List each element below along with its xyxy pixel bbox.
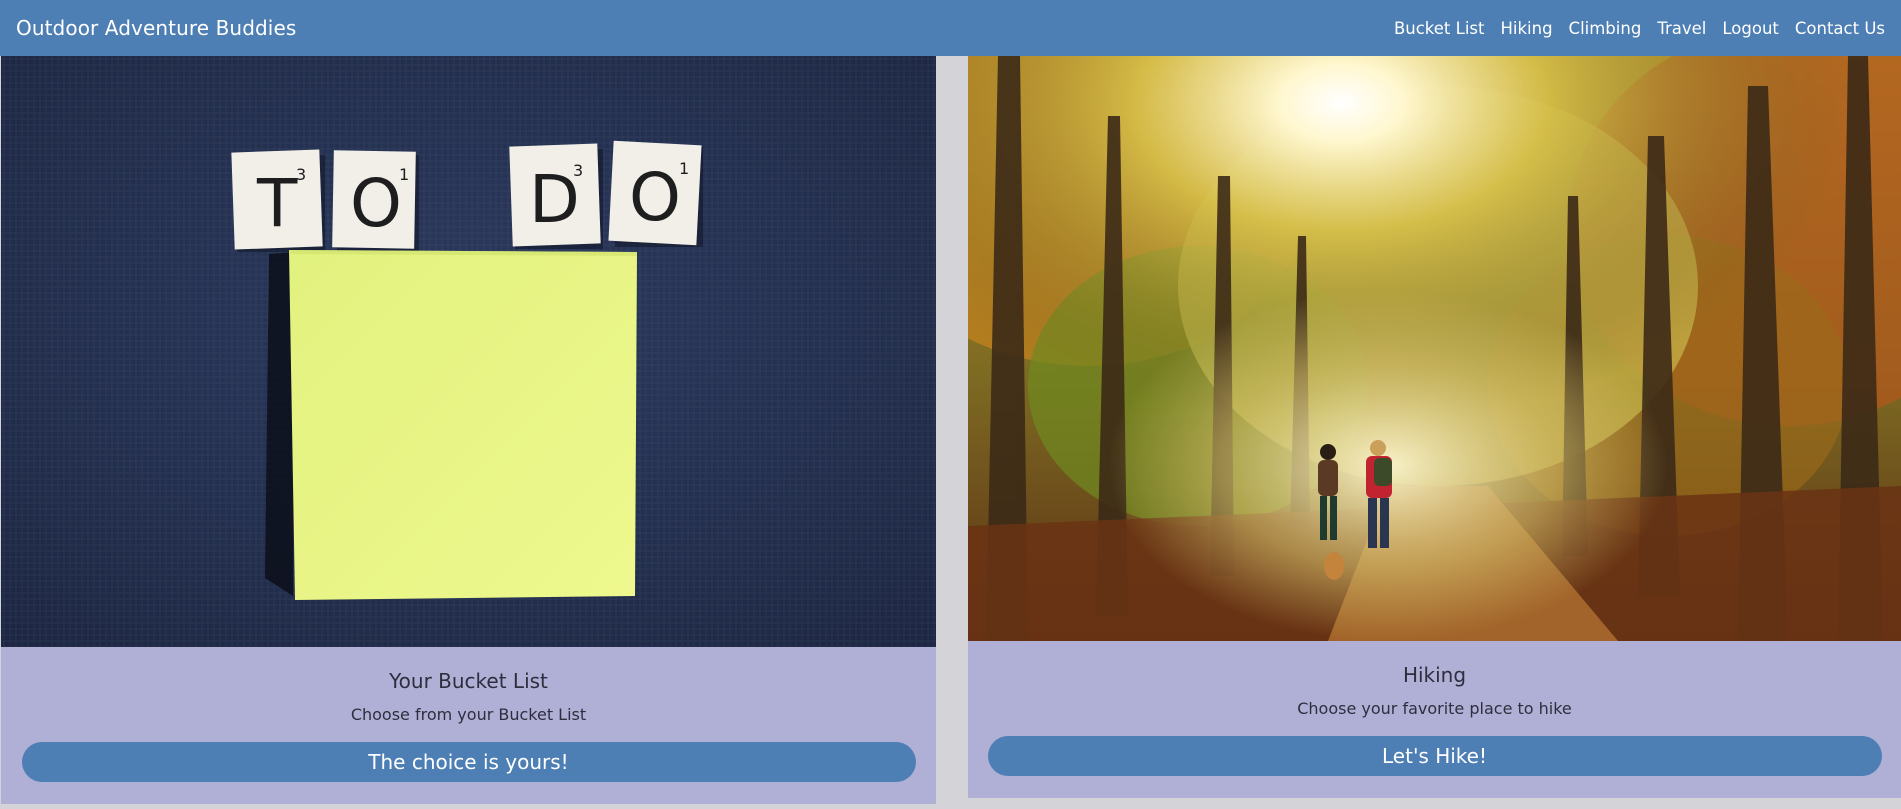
todo-sticky-note-image: T 3 O 1 D 3 O 1 xyxy=(1,56,936,647)
tile-points: 3 xyxy=(296,165,306,184)
hiking-card-body: Hiking Choose your favorite place to hik… xyxy=(968,641,1901,798)
scrabble-tile: T 3 xyxy=(231,149,325,252)
brand-link[interactable]: Outdoor Adventure Buddies xyxy=(16,16,296,40)
nav-link-hiking[interactable]: Hiking xyxy=(1500,19,1552,38)
tile-points: 1 xyxy=(679,159,689,178)
scrabble-tile: O 1 xyxy=(332,150,419,252)
card-text: Choose your favorite place to hike xyxy=(1297,699,1572,718)
tile-letter: O xyxy=(629,159,681,236)
tile-points: 1 xyxy=(399,165,409,184)
nav-link-bucket-list[interactable]: Bucket List xyxy=(1394,19,1485,38)
tile-letter: T xyxy=(256,165,298,242)
nav-link-travel[interactable]: Travel xyxy=(1657,19,1706,38)
autumn-forest-hikers-image xyxy=(968,56,1901,641)
nav-link-logout[interactable]: Logout xyxy=(1722,19,1779,38)
card-text: Choose from your Bucket List xyxy=(350,705,587,724)
nav-link-climbing[interactable]: Climbing xyxy=(1569,19,1642,38)
tile-letter: O xyxy=(350,165,402,242)
lets-hike-button[interactable]: Let's Hike! xyxy=(987,736,1882,776)
top-navbar: Outdoor Adventure Buddies Bucket List Hi… xyxy=(0,0,1901,56)
scrabble-tile: O 1 xyxy=(608,140,703,247)
tile-points: 3 xyxy=(573,161,583,180)
nav-links: Bucket List Hiking Climbing Travel Logou… xyxy=(1394,19,1885,38)
bucket-list-button[interactable]: The choice is yours! xyxy=(21,742,916,782)
hiking-card: Hiking Choose your favorite place to hik… xyxy=(968,56,1901,798)
card-title: Hiking xyxy=(1402,663,1467,687)
nav-link-contact-us[interactable]: Contact Us xyxy=(1795,19,1885,38)
bucket-list-card: T 3 O 1 D 3 O 1 Your Bucket List Choose … xyxy=(1,56,936,804)
bucket-list-card-body: Your Bucket List Choose from your Bucket… xyxy=(1,647,936,804)
card-title: Your Bucket List xyxy=(389,669,548,693)
scrabble-tile: D 3 xyxy=(509,143,603,249)
